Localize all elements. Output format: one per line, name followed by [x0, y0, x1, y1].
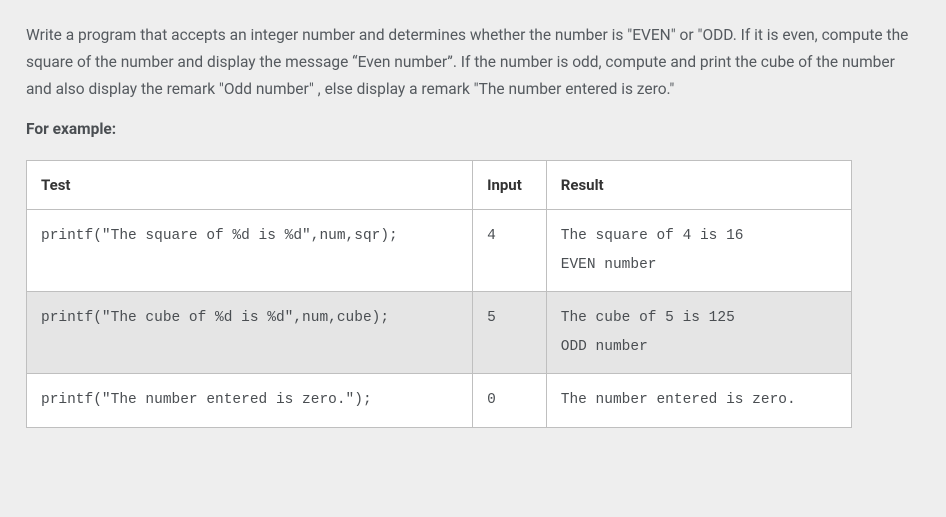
input-text: 0	[487, 392, 496, 408]
code-text: printf("The cube of %d is %d",num,cube);	[41, 310, 389, 326]
col-test: Test	[27, 161, 473, 210]
example-table-wrap: Test Input Result printf("The square of …	[26, 160, 916, 428]
result-text: The cube of 5 is 125 ODD number	[561, 310, 735, 355]
question-content: Write a program that accepts an integer …	[0, 0, 946, 448]
example-heading: For example:	[26, 117, 916, 142]
table-row: printf("The square of %d is %d",num,sqr)…	[27, 210, 852, 292]
table-row: printf("The cube of %d is %d",num,cube);…	[27, 292, 852, 374]
input-text: 5	[487, 310, 496, 326]
question-panel: Write a program that accepts an integer …	[0, 0, 946, 517]
cell-test: printf("The number entered is zero.");	[27, 374, 473, 428]
cell-test: printf("The square of %d is %d",num,sqr)…	[27, 210, 473, 292]
example-table: Test Input Result printf("The square of …	[26, 160, 852, 428]
problem-description: Write a program that accepts an integer …	[26, 22, 916, 103]
cell-result: The square of 4 is 16 EVEN number	[546, 210, 851, 292]
table-header-row: Test Input Result	[27, 161, 852, 210]
col-result: Result	[546, 161, 851, 210]
input-text: 4	[487, 228, 496, 244]
cell-test: printf("The cube of %d is %d",num,cube);	[27, 292, 473, 374]
code-text: printf("The number entered is zero.");	[41, 392, 372, 408]
result-text: The square of 4 is 16 EVEN number	[561, 228, 744, 273]
cell-result: The cube of 5 is 125 ODD number	[546, 292, 851, 374]
table-row: printf("The number entered is zero."); 0…	[27, 374, 852, 428]
cell-input: 4	[473, 210, 547, 292]
cell-result: The number entered is zero.	[546, 374, 851, 428]
cell-input: 0	[473, 374, 547, 428]
code-text: printf("The square of %d is %d",num,sqr)…	[41, 228, 398, 244]
result-text: The number entered is zero.	[561, 392, 796, 408]
cell-input: 5	[473, 292, 547, 374]
col-input: Input	[473, 161, 547, 210]
